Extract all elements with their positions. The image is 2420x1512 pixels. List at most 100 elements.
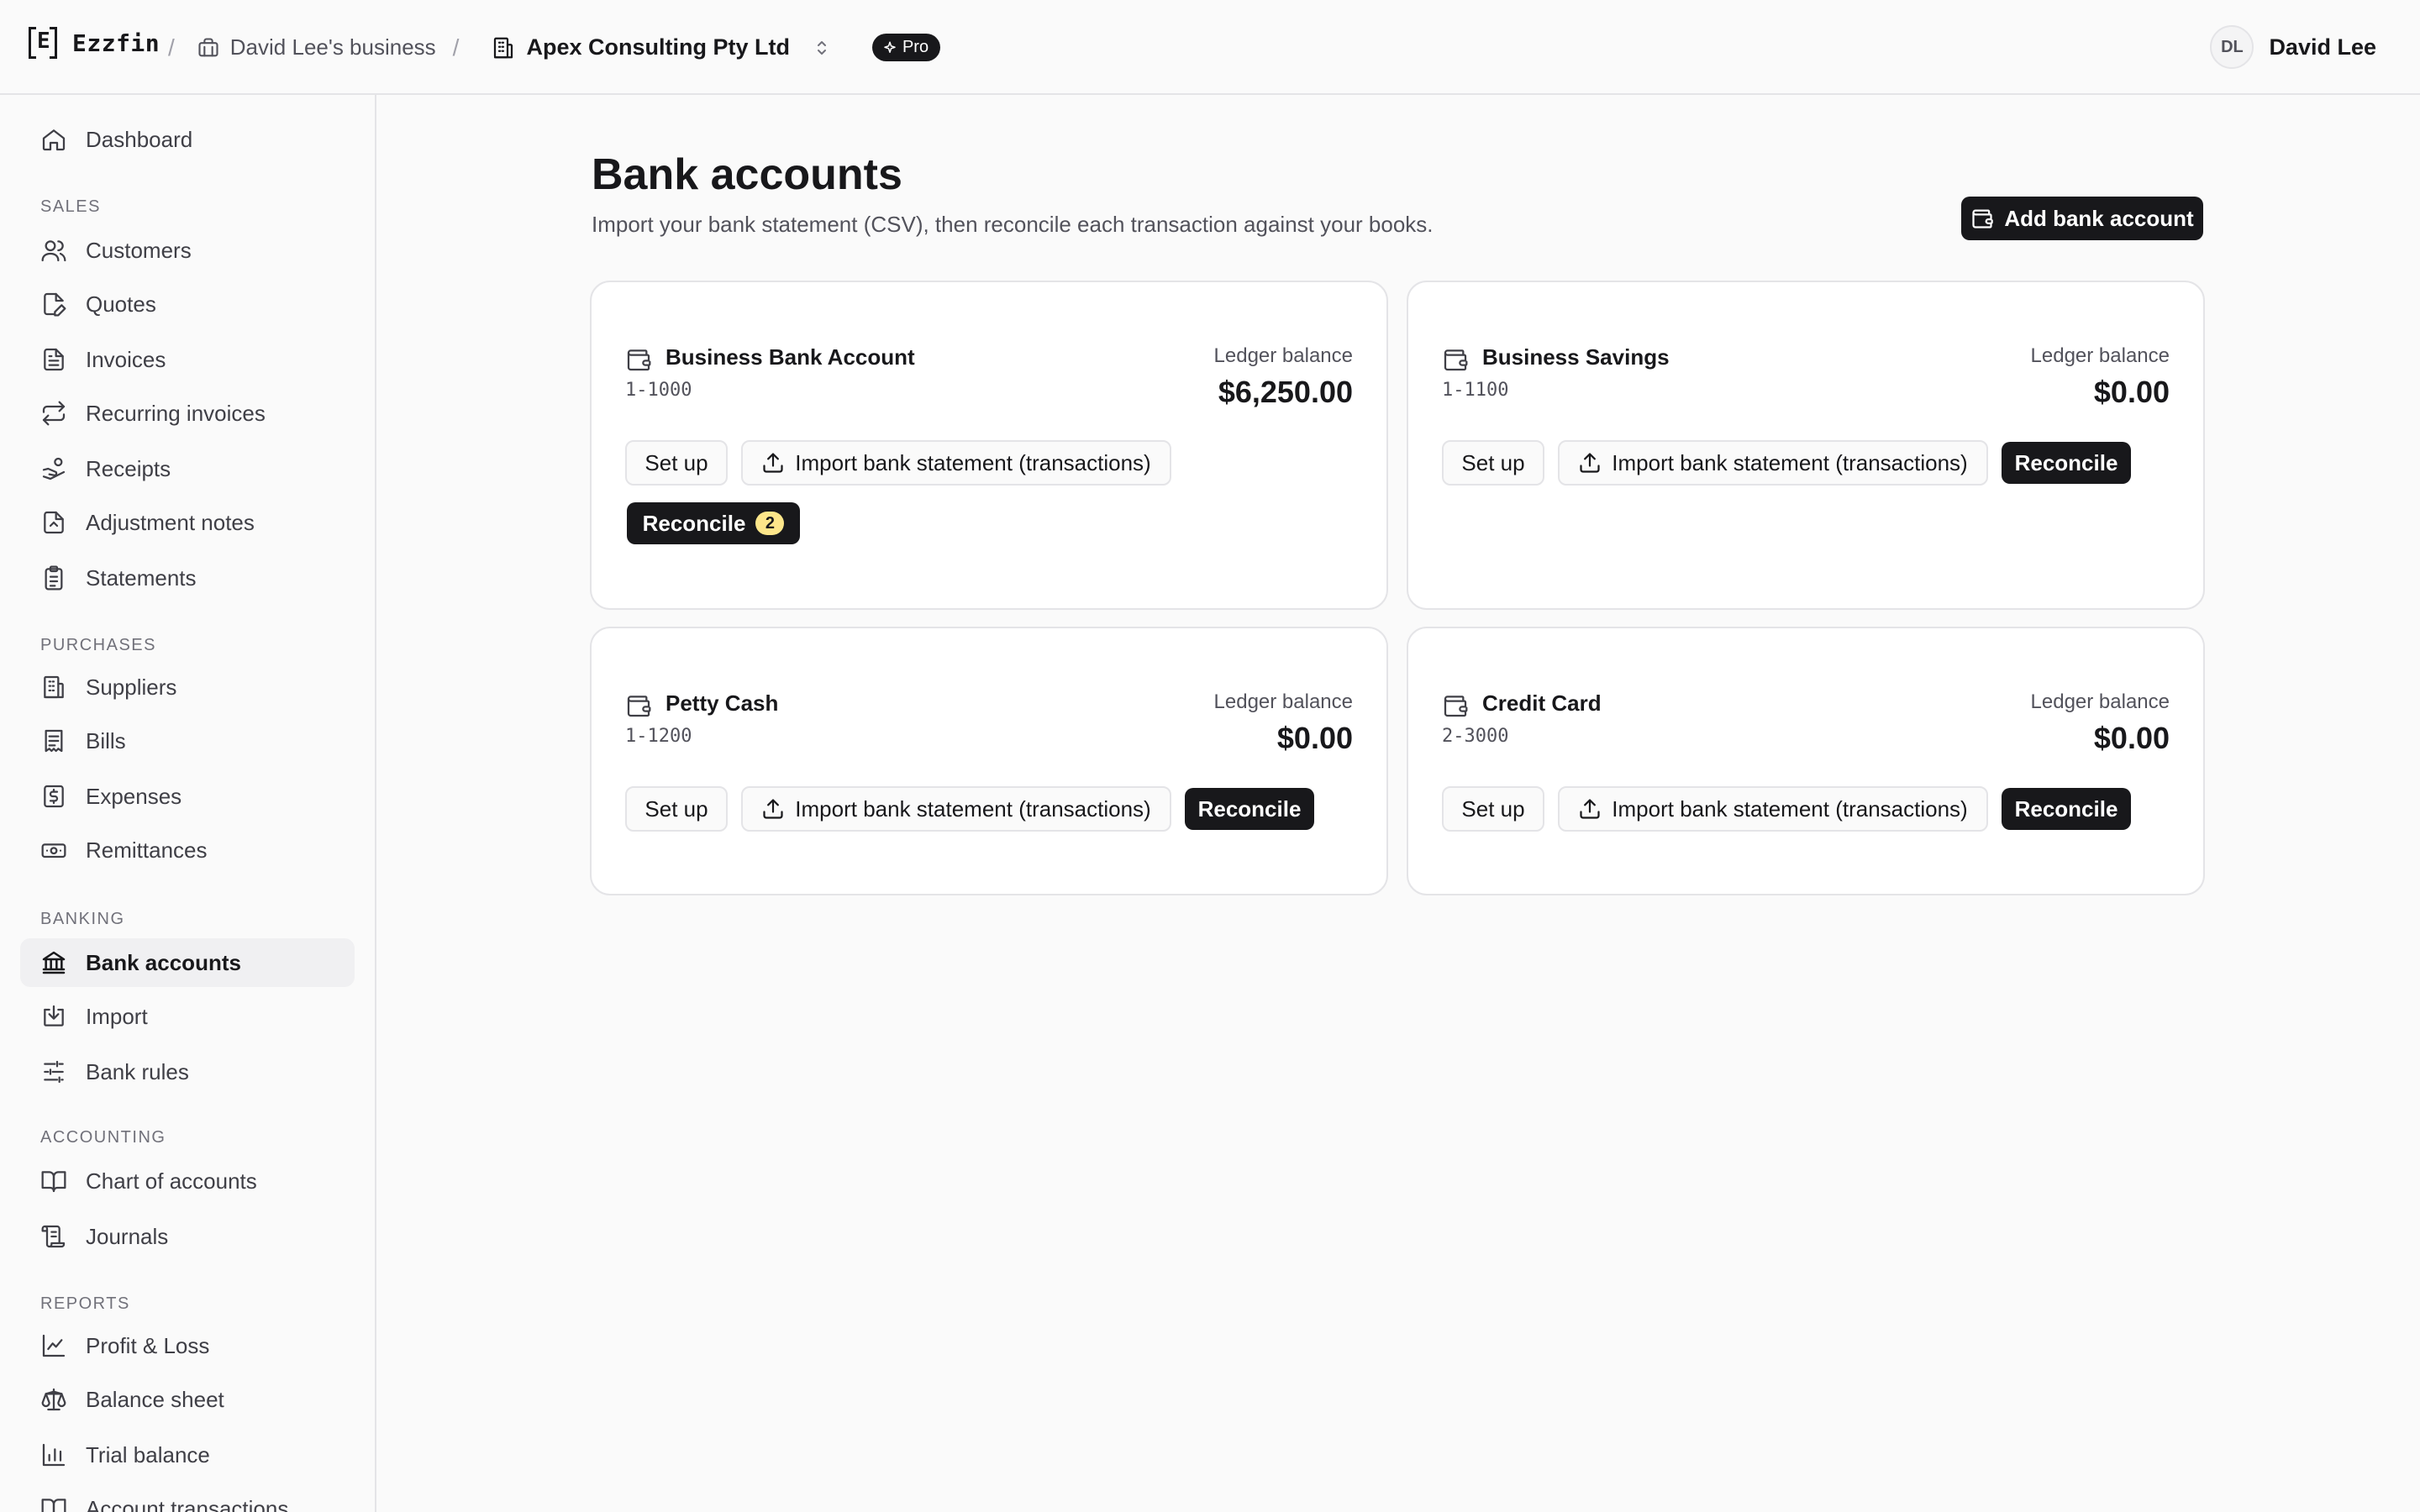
app-logo[interactable]: E Ezzfin <box>29 27 160 59</box>
account-name: Petty Cash <box>666 690 779 716</box>
import-statement-label: Import bank statement (transactions) <box>1612 795 1968 822</box>
sparkles-icon <box>884 41 896 53</box>
sidebar-item-label: Dashboard <box>86 126 193 152</box>
reconcile-button[interactable]: Reconcile <box>2002 788 2131 830</box>
add-bank-account-button[interactable]: Add bank account <box>1961 197 2203 240</box>
page-subtitle: Import your bank statement (CSV), then r… <box>592 212 1434 237</box>
reconcile-button-label: Reconcile <box>642 510 746 536</box>
upload-icon <box>763 799 783 819</box>
sidebar-item-import[interactable]: Import <box>20 992 355 1041</box>
clipboard-list-icon <box>45 565 63 591</box>
sidebar-item-label: Adjustment notes <box>86 509 255 535</box>
breadcrumb-separator: / <box>452 34 460 60</box>
wallet-icon <box>1972 209 1994 228</box>
book-open-icon <box>41 1171 66 1193</box>
sidebar-item-expenses[interactable]: Expenses <box>20 772 355 821</box>
plan-badge: Pro <box>871 34 941 61</box>
setup-button-label: Set up <box>1461 449 1525 475</box>
sidebar-item-balance-sheet[interactable]: Balance sheet <box>20 1375 355 1424</box>
sidebar-item-invoices[interactable]: Invoices <box>20 335 355 384</box>
import-statement-button[interactable]: Import bank statement (transactions) <box>1558 786 1988 832</box>
ledger-balance-value: $0.00 <box>1276 721 1353 755</box>
briefcase-icon <box>198 37 218 56</box>
wallet-icon <box>1444 349 1468 371</box>
sidebar-item-trial-balance[interactable]: Trial balance <box>20 1431 355 1479</box>
sidebar-item-label: Remittances <box>86 837 208 863</box>
wallet-icon <box>1444 696 1468 717</box>
sidebar-item-journals[interactable]: Journals <box>20 1212 355 1261</box>
sidebar-item-dashboard[interactable]: Dashboard <box>20 115 355 164</box>
account-code: 1-1000 <box>625 380 692 401</box>
sidebar-item-quotes[interactable]: Quotes <box>20 280 355 328</box>
org-switcher[interactable]: Apex Consulting Pty Ltd <box>491 34 832 60</box>
setup-button[interactable]: Set up <box>625 440 728 486</box>
sidebar: Dashboard SALES Customers Quotes Invoice… <box>0 95 376 1512</box>
sidebar-item-receipts[interactable]: Receipts <box>20 444 355 493</box>
nav-section-purchases: PURCHASES <box>40 636 156 654</box>
sidebar-item-recurring-invoices[interactable]: Recurring invoices <box>20 389 355 438</box>
sidebar-item-label: Profit & Loss <box>86 1332 210 1358</box>
nav-section-reports: REPORTS <box>40 1294 130 1313</box>
nav-section-sales: SALES <box>40 197 101 216</box>
reconcile-button-label: Reconcile <box>2014 449 2118 475</box>
sidebar-item-bank-rules[interactable]: Bank rules <box>20 1047 355 1096</box>
reconcile-button[interactable]: Reconcile 2 <box>627 502 800 544</box>
breadcrumb-business-label: David Lee's business <box>229 34 436 60</box>
bank-account-card: Petty Cash 1-1200 Ledger balance $0.00 S… <box>590 627 1388 895</box>
reconcile-button[interactable]: Reconcile <box>1185 788 1314 830</box>
breadcrumb-business[interactable]: David Lee's business <box>197 34 436 60</box>
sidebar-item-statements[interactable]: Statements <box>20 554 355 602</box>
sidebar-item-label: Invoices <box>86 346 166 372</box>
sidebar-item-label: Bank accounts <box>86 949 241 975</box>
org-name: Apex Consulting Pty Ltd <box>526 34 790 60</box>
sidebar-item-label: Balance sheet <box>86 1386 224 1412</box>
bar-chart-icon <box>42 1443 66 1467</box>
sidebar-item-label: Receipts <box>86 455 171 481</box>
home-icon <box>42 129 66 151</box>
sidebar-item-remittances[interactable]: Remittances <box>20 826 355 874</box>
sidebar-item-label: Bank rules <box>86 1058 189 1084</box>
top-bar: E Ezzfin / David Lee's business / Apex C… <box>0 0 2420 95</box>
import-statement-button[interactable]: Import bank statement (transactions) <box>1558 440 1988 486</box>
setup-button-label: Set up <box>1461 795 1525 822</box>
sidebar-item-customers[interactable]: Customers <box>20 226 355 275</box>
sidebar-item-account-transactions[interactable]: Account transactions <box>20 1484 355 1512</box>
import-statement-button[interactable]: Import bank statement (transactions) <box>741 786 1171 832</box>
setup-button[interactable]: Set up <box>625 786 728 832</box>
building-icon <box>44 675 64 699</box>
users-icon <box>41 240 66 262</box>
sidebar-item-adjustment-notes[interactable]: Adjustment notes <box>20 498 355 547</box>
sidebar-item-chart-of-accounts[interactable]: Chart of accounts <box>20 1157 355 1205</box>
dollar-square-icon <box>44 785 64 808</box>
app-name: Ezzfin <box>72 29 160 57</box>
user-menu[interactable]: DL David Lee <box>2210 25 2376 69</box>
setup-button[interactable]: Set up <box>1442 786 1544 832</box>
sidebar-item-profit-loss[interactable]: Profit & Loss <box>20 1321 355 1370</box>
user-name: David Lee <box>2269 34 2376 60</box>
upload-icon <box>763 453 783 473</box>
wallet-icon <box>627 696 651 717</box>
import-statement-label: Import bank statement (transactions) <box>795 795 1151 822</box>
sidebar-item-label: Import <box>86 1003 148 1029</box>
plan-badge-label: Pro <box>902 38 929 56</box>
bank-account-card: Business Bank Account 1-1000 Ledger bala… <box>590 281 1388 610</box>
breadcrumb-separator: / <box>168 34 175 60</box>
sidebar-item-bank-accounts[interactable]: Bank accounts <box>20 938 355 987</box>
sidebar-item-label: Trial balance <box>86 1441 210 1467</box>
landmark-icon <box>42 951 66 974</box>
sidebar-item-label: Suppliers <box>86 674 177 700</box>
sidebar-item-label: Quotes <box>86 291 156 317</box>
sidebar-item-label: Expenses <box>86 783 182 809</box>
sidebar-item-label: Statements <box>86 564 197 591</box>
wallet-icon <box>627 349 651 371</box>
reconcile-button[interactable]: Reconcile <box>2002 442 2131 484</box>
book-open-icon <box>41 1499 66 1512</box>
ledger-balance-label: Ledger balance <box>1213 690 1353 713</box>
import-statement-button[interactable]: Import bank statement (transactions) <box>741 440 1171 486</box>
sidebar-item-suppliers[interactable]: Suppliers <box>20 663 355 711</box>
repeat-icon <box>42 401 66 426</box>
sidebar-item-bills[interactable]: Bills <box>20 717 355 765</box>
setup-button[interactable]: Set up <box>1442 440 1544 486</box>
account-code: 1-1100 <box>1442 380 1509 401</box>
sidebar-item-label: Account transactions <box>86 1495 289 1512</box>
